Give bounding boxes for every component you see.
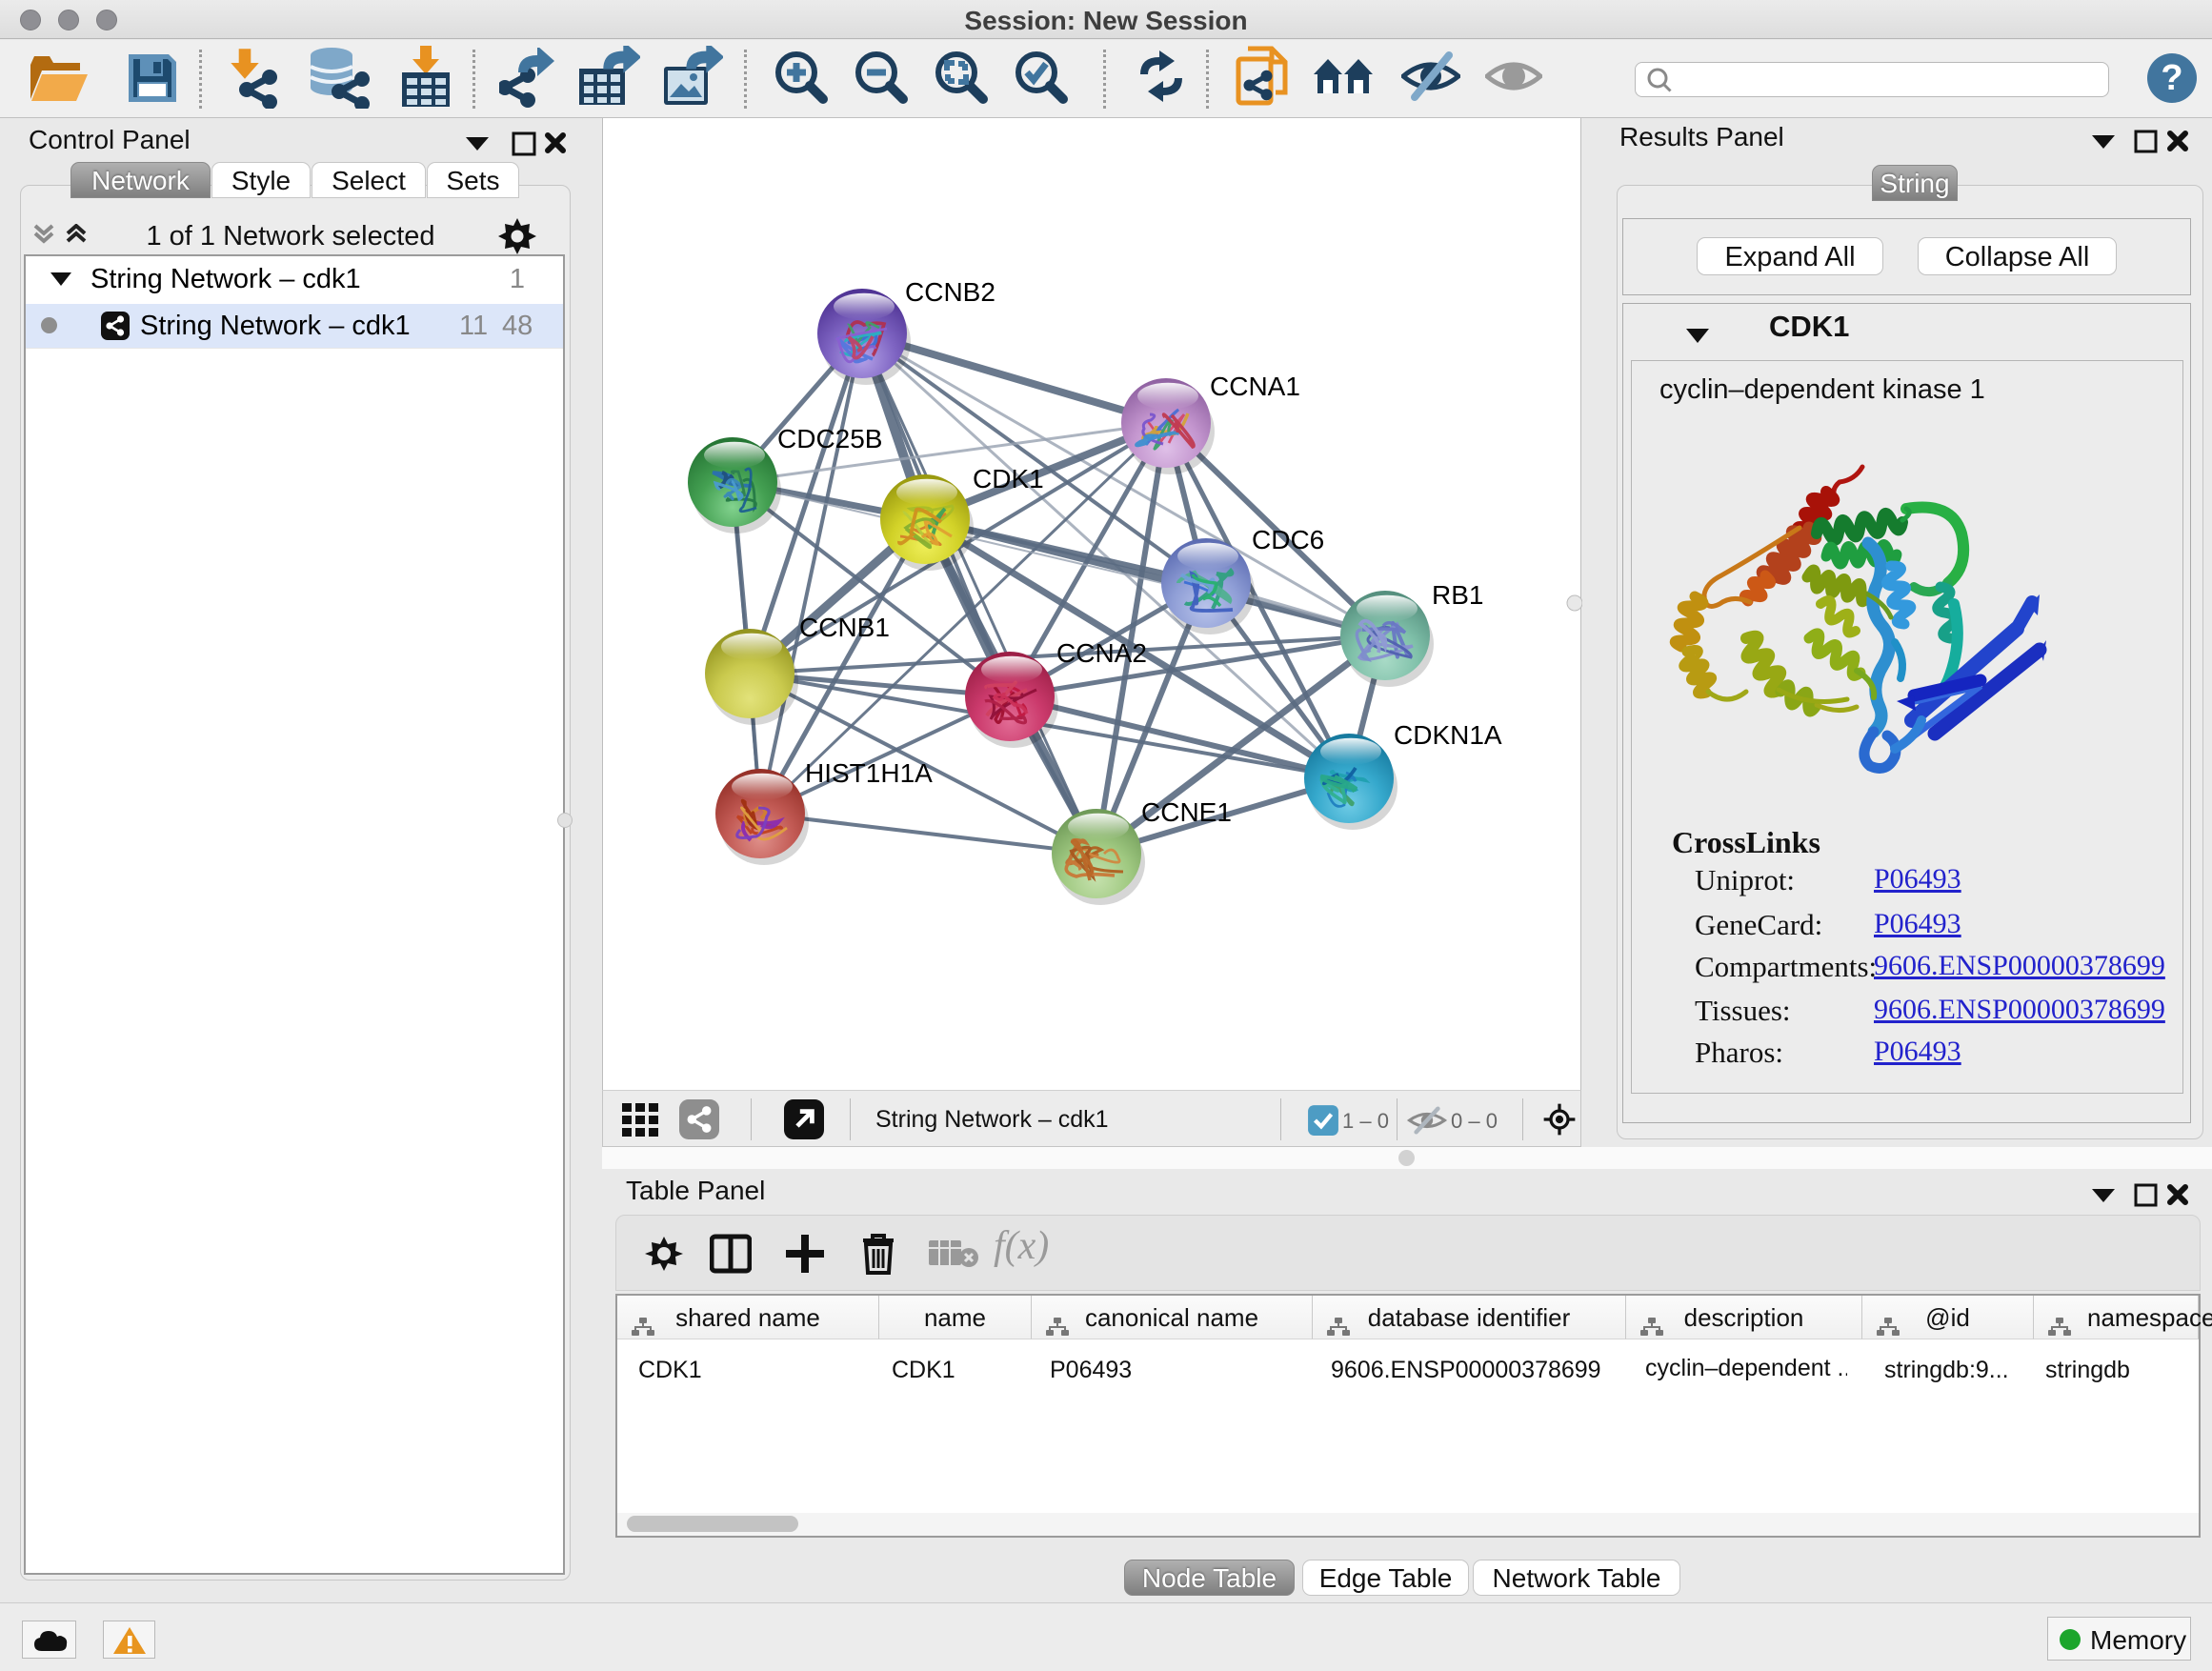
svg-text:CCNA2: CCNA2 (1056, 638, 1147, 668)
svg-text:CCNB2: CCNB2 (905, 277, 995, 307)
svg-text:CCNB1: CCNB1 (799, 613, 890, 642)
svg-text:CDKN1A: CDKN1A (1394, 720, 1502, 750)
svg-text:CCNE1: CCNE1 (1141, 797, 1232, 827)
svg-text:CDC6: CDC6 (1252, 525, 1324, 554)
svg-text:RB1: RB1 (1432, 580, 1483, 610)
svg-text:CCNA1: CCNA1 (1210, 372, 1300, 401)
svg-text:CDC25B: CDC25B (777, 424, 882, 453)
svg-text:CDK1: CDK1 (973, 464, 1044, 493)
svg-text:HIST1H1A: HIST1H1A (805, 758, 933, 788)
